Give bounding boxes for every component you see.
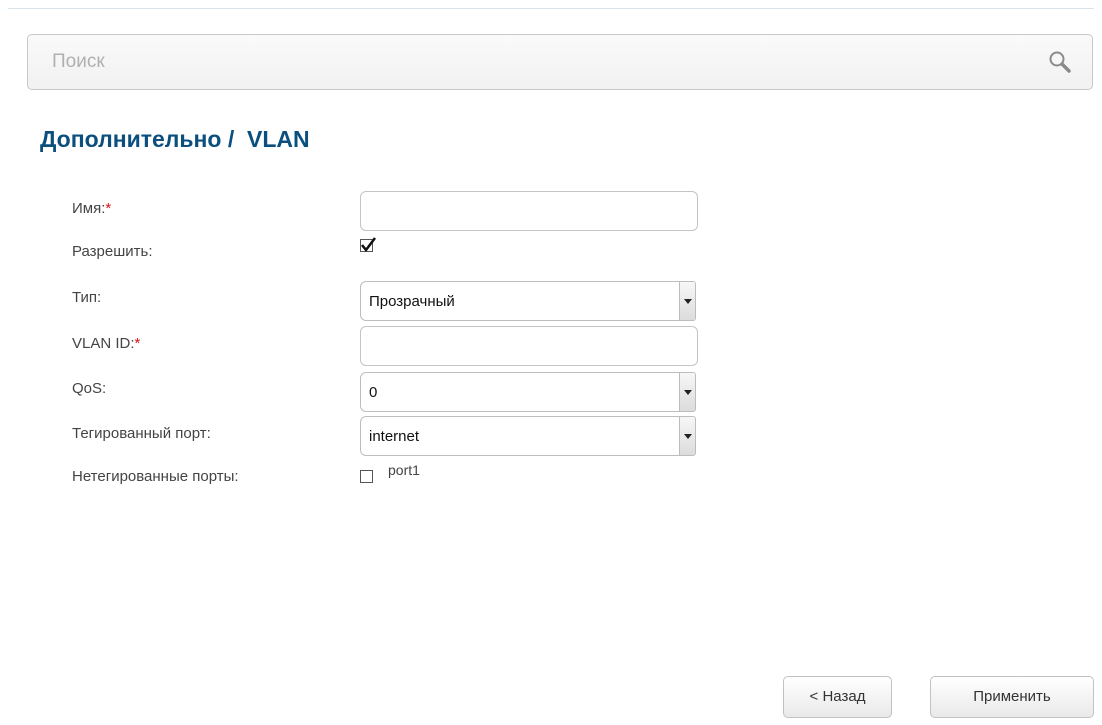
chevron-down-icon[interactable]	[679, 417, 695, 455]
qos-label: QoS:	[72, 380, 107, 397]
enable-checkbox[interactable]	[360, 237, 376, 253]
port1-label: port1	[388, 462, 420, 478]
search-icon[interactable]	[1046, 49, 1074, 77]
required-mark: *	[105, 200, 112, 217]
chevron-down-icon[interactable]	[679, 282, 695, 320]
search-bar[interactable]	[27, 34, 1093, 90]
chevron-down-icon[interactable]	[679, 373, 695, 411]
type-label: Тип:	[72, 289, 102, 306]
vlan-id-label: VLAN ID:*	[72, 335, 140, 352]
type-select[interactable]: Прозрачный	[360, 281, 696, 321]
qos-select[interactable]: 0	[360, 372, 696, 412]
tagged-port-label: Тегированный порт:	[72, 425, 211, 442]
top-divider	[8, 8, 1094, 9]
name-label: Имя:*	[72, 200, 111, 217]
required-mark: *	[134, 335, 141, 352]
back-button[interactable]: < Назад	[783, 676, 892, 718]
vlan-id-field[interactable]	[360, 326, 698, 366]
apply-button[interactable]: Применить	[930, 676, 1094, 718]
tagged-port-select[interactable]: internet	[360, 416, 696, 456]
page-title: Дополнительно / VLAN	[40, 126, 310, 152]
vlan-id-label-text: VLAN ID:	[72, 335, 135, 352]
name-label-text: Имя:	[72, 200, 106, 217]
name-field[interactable]	[360, 191, 698, 231]
search-input[interactable]	[28, 35, 1092, 89]
port1-checkbox[interactable]	[360, 470, 373, 483]
type-select-value: Прозрачный	[369, 293, 455, 310]
enable-label: Разрешить:	[72, 243, 153, 260]
check-icon	[361, 237, 376, 253]
untagged-ports-label: Нетегированные порты:	[72, 468, 239, 485]
tagged-port-select-value: internet	[369, 428, 420, 445]
qos-select-value: 0	[369, 384, 378, 401]
